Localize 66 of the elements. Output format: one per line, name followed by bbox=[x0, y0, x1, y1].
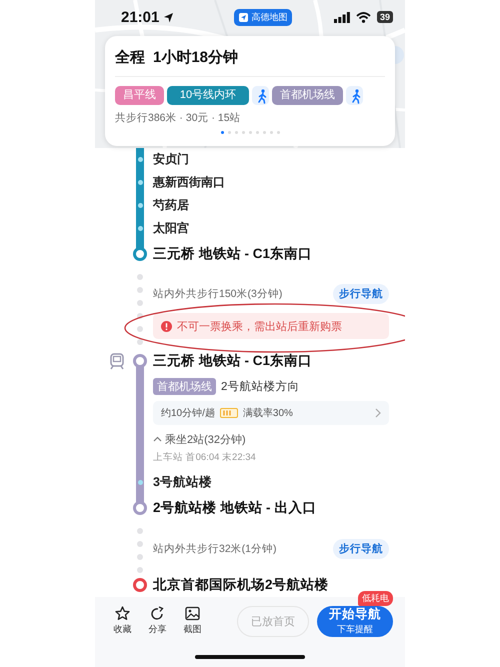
location-arrow-icon bbox=[163, 12, 174, 22]
walk-info: 站内外共步行32米(1分钟) bbox=[153, 542, 277, 556]
station-name: 安贞门 bbox=[153, 151, 189, 168]
station-name: 芍药居 bbox=[153, 197, 189, 214]
page-dot[interactable] bbox=[228, 131, 230, 134]
station-name: 太阳宫 bbox=[153, 220, 189, 237]
ride-summary[interactable]: 乘坐2站(32分钟) bbox=[165, 432, 246, 446]
app-badge: 高德地图 bbox=[234, 8, 292, 26]
page-dot[interactable] bbox=[234, 131, 238, 134]
walk-info: 站内外共步行150米(3分钟) bbox=[153, 287, 282, 301]
page-dot[interactable] bbox=[276, 131, 280, 134]
signal-icon bbox=[334, 12, 350, 22]
service-times: 上车站 首06:04 末22:34 bbox=[153, 450, 256, 464]
caret-icon[interactable] bbox=[153, 436, 162, 442]
walk-navigation-button[interactable]: 步行导航 bbox=[333, 539, 389, 559]
stop-dot bbox=[138, 226, 142, 231]
line-chip[interactable]: 首都机场线 bbox=[272, 86, 343, 105]
crowding-rate: 满载率30% bbox=[242, 406, 293, 420]
line-tag: 首都机场线 bbox=[153, 378, 216, 394]
stop-dot bbox=[138, 203, 142, 208]
station-name: 三元桥 地铁站 - C1东南口 bbox=[153, 352, 312, 370]
stop-dot bbox=[138, 180, 142, 185]
destination-name: 北京首都国际机场2号航站楼 bbox=[153, 576, 329, 594]
page-dot[interactable] bbox=[248, 131, 252, 134]
station-name: 2号航站楼 地铁站 - 出入口 bbox=[153, 499, 316, 517]
favorite-button[interactable]: 收藏 bbox=[105, 606, 140, 636]
page-dot[interactable] bbox=[256, 131, 258, 134]
crowding-icon bbox=[220, 408, 238, 418]
page-dot[interactable] bbox=[270, 131, 272, 134]
route-total-label: 全程 bbox=[115, 48, 145, 66]
route-duration: 1小时18分钟 bbox=[153, 48, 238, 66]
station-name: 三元桥 地铁站 - C1东南口 bbox=[153, 245, 312, 263]
page-dot[interactable] bbox=[220, 131, 224, 134]
warning-icon bbox=[161, 320, 172, 332]
line-chip[interactable]: 10号线内环 bbox=[167, 86, 249, 105]
transfer-warning-text: 不可一票换乘，需出站后重新购票 bbox=[177, 320, 342, 334]
station-name: 3号航站楼 bbox=[153, 474, 212, 491]
battery-level: 39 bbox=[376, 11, 393, 23]
wifi-icon bbox=[356, 12, 371, 22]
walk-leg-chip[interactable] bbox=[346, 86, 363, 105]
chevron-right-icon bbox=[375, 408, 381, 418]
walk-leg-chip[interactable] bbox=[252, 86, 269, 105]
star-icon bbox=[115, 606, 130, 621]
line-chip[interactable]: 昌平线 bbox=[115, 86, 164, 105]
station-ring-icon bbox=[133, 354, 147, 368]
share-icon bbox=[150, 606, 165, 621]
line-info-bar[interactable]: 约10分钟/趟 满载率30% bbox=[153, 401, 389, 425]
line-direction: 2号航站楼方向 bbox=[221, 379, 300, 394]
share-button[interactable]: 分享 bbox=[140, 606, 175, 636]
start-navigation-button[interactable]: 开始导航 下车提醒 bbox=[317, 606, 393, 636]
image-icon bbox=[185, 606, 200, 621]
status-time: 21:01 bbox=[121, 8, 160, 26]
screenshot-button[interactable]: 截图 bbox=[175, 606, 210, 636]
station-ring-icon bbox=[133, 501, 147, 515]
station-ring-icon bbox=[133, 247, 147, 261]
power-saving-badge: 低耗电 bbox=[358, 590, 393, 606]
stop-dot bbox=[138, 480, 142, 485]
stop-dot bbox=[138, 157, 142, 162]
route-stats: 共步行386米 · 30元 · 15站 bbox=[115, 111, 242, 125]
walk-navigation-button[interactable]: 步行导航 bbox=[333, 284, 389, 304]
page-dot[interactable] bbox=[242, 131, 244, 134]
page-dot[interactable] bbox=[262, 131, 266, 134]
train-icon bbox=[109, 353, 125, 370]
station-name: 惠新西街南口 bbox=[153, 174, 225, 191]
destination-ring-icon bbox=[133, 578, 147, 592]
train-frequency: 约10分钟/趟 bbox=[161, 406, 215, 420]
